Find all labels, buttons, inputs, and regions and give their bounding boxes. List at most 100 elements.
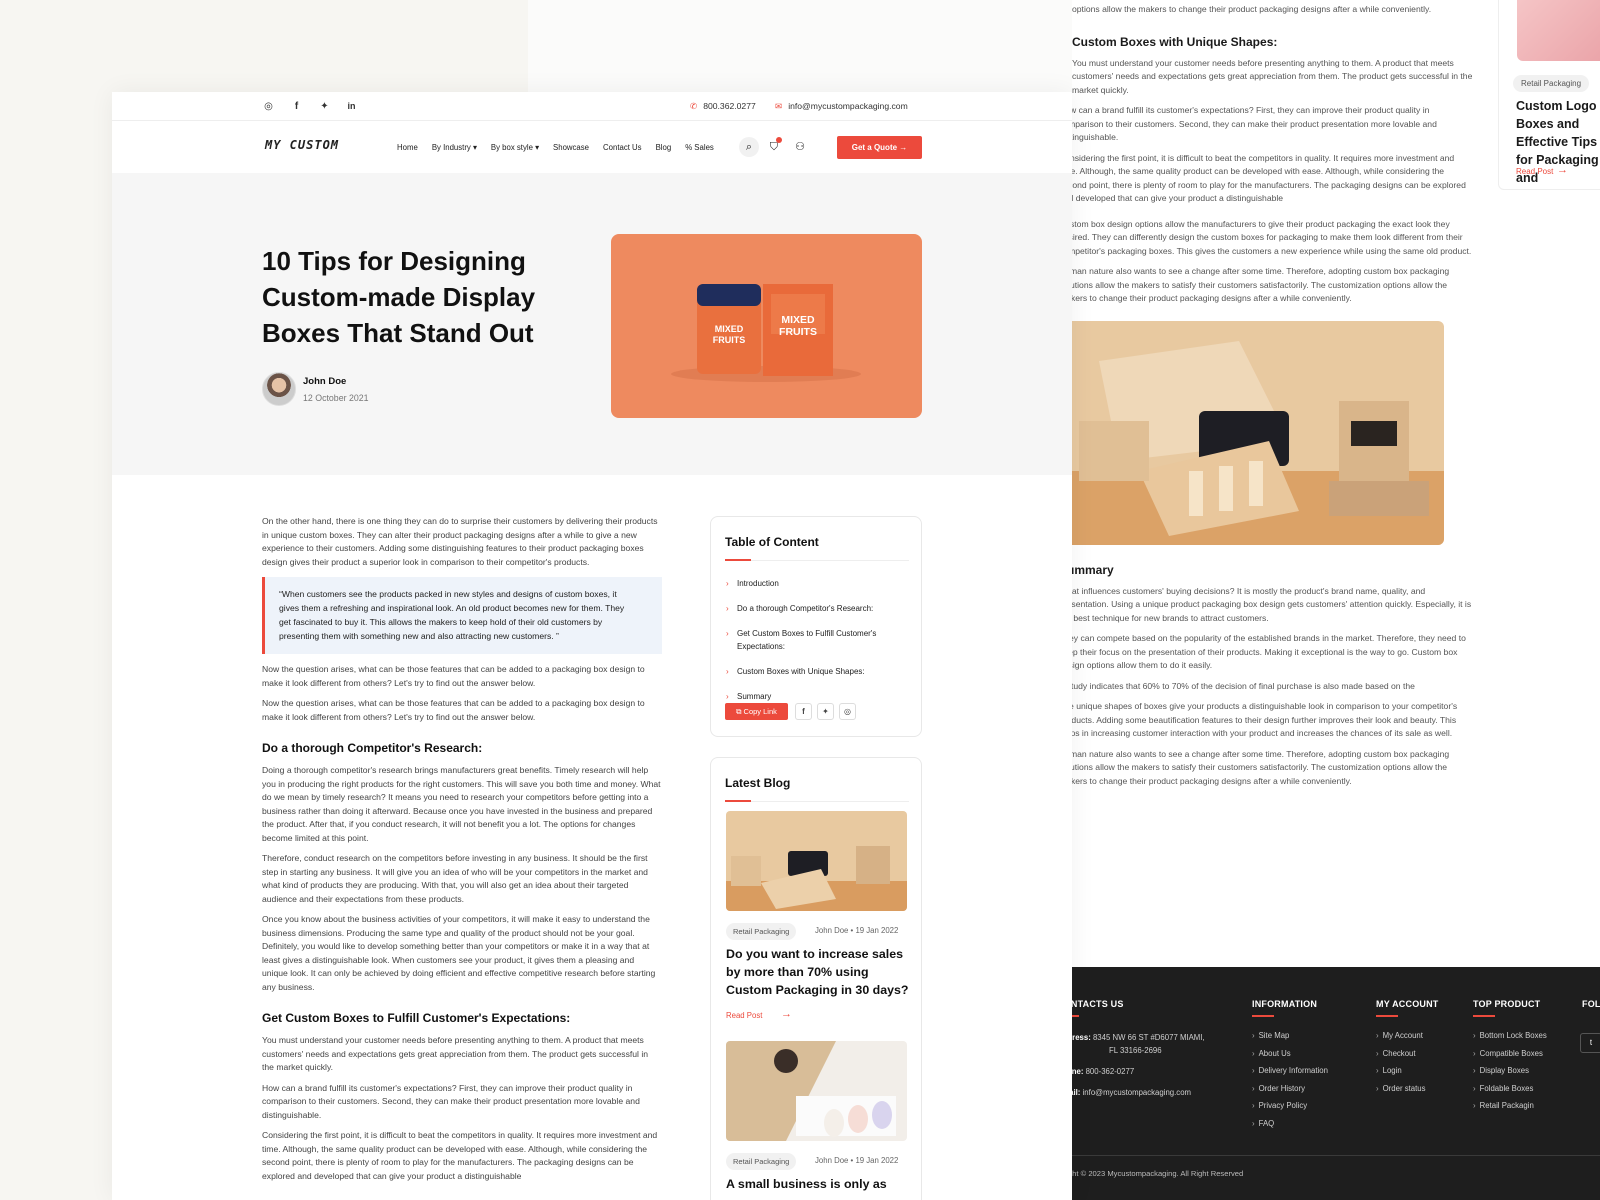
footer-heading: TOP PRODUCT	[1473, 999, 1541, 1009]
footer-link[interactable]: Site Map	[1252, 1031, 1328, 1040]
pull-quote: “When customers see the products packed …	[262, 577, 662, 654]
copy-link-button[interactable]: ⧉ Copy Link	[725, 703, 788, 720]
footer-contact: CONTACTS US Address: 8345 NW 66 ST #D607…	[1072, 999, 1205, 1107]
site-logo[interactable]: MY CUSTOM	[265, 138, 339, 152]
nav-item[interactable]: % Sales	[685, 143, 714, 152]
nav-item[interactable]: By Industry ▾	[432, 143, 477, 152]
footer-link[interactable]: Display Boxes	[1473, 1066, 1547, 1075]
related-post-card[interactable]: Retail Packaging Custom Logo Boxes and E…	[1498, 0, 1600, 190]
nav-item[interactable]: Home	[397, 143, 418, 152]
latest-blog: Latest Blog Retail Packaging John Doe • …	[710, 757, 922, 1200]
secondary-article-body: options allow the makers to change their…	[1072, 3, 1473, 795]
author-avatar	[262, 372, 296, 406]
packaging-thumbnail	[726, 811, 907, 911]
nav-item[interactable]: By box style ▾	[491, 143, 539, 152]
read-post-link[interactable]: Read Post	[1516, 167, 1553, 176]
arrow-right-icon[interactable]: →	[781, 1008, 792, 1020]
footer-divider	[1072, 1155, 1600, 1156]
email-label: Email:	[1072, 1088, 1081, 1097]
topbar-phone[interactable]: ✆ 800.362.0277	[690, 101, 756, 112]
box-label: MIXED FRUITS	[779, 314, 817, 338]
user-icon[interactable]: ⚇	[790, 137, 810, 157]
cart-badge	[776, 137, 782, 143]
paragraph: You must understand your customer needs …	[262, 1035, 649, 1072]
email-value[interactable]: info@mycustompackaging.com	[1083, 1088, 1191, 1097]
top-bar: ◎ f ✦ in ✆ 800.362.0277 ✉ info@mycustompac…	[112, 92, 1072, 121]
blog-thumbnail[interactable]	[726, 1041, 907, 1141]
packaging-thumbnail	[726, 1041, 907, 1141]
footer-follow: FOLLOW	[1582, 999, 1600, 1009]
phone-value[interactable]: 800-362-0277	[1086, 1067, 1135, 1076]
footer-information: INFORMATION Site Map About Us Delivery Inf…	[1252, 999, 1328, 1136]
author-name[interactable]: John Doe	[303, 376, 346, 387]
nav-item[interactable]: Blog	[656, 143, 672, 152]
paragraph: Now the question arises, what can be tho…	[262, 664, 645, 688]
phone-icon: ✆	[690, 101, 698, 111]
get-a-quote-button[interactable]: Get a Quote →	[837, 136, 922, 159]
nav-item[interactable]: Showcase	[553, 143, 589, 152]
linkedin-icon[interactable]: in	[346, 101, 357, 112]
footer-link[interactable]: My Account	[1376, 1031, 1439, 1040]
latest-blog-title: Latest Blog	[725, 776, 791, 790]
main-blog-page: ◎ f ✦ in ✆ 800.362.0277 ✉ info@mycustompac…	[112, 92, 1072, 1200]
site-footer: CONTACTS US Address: 8345 NW 66 ST #D607…	[1072, 967, 1600, 1200]
footer-link[interactable]: Privacy Policy	[1252, 1101, 1328, 1110]
mail-icon: ✉	[775, 101, 783, 111]
post-title[interactable]: Do you want to increase sales by more th…	[726, 945, 911, 999]
footer-link[interactable]: Order History	[1252, 1084, 1328, 1093]
read-post-link[interactable]: Read Post	[726, 1011, 762, 1020]
section-heading: Do a thorough Competitor's Research:	[262, 741, 483, 755]
publish-date: 12 October 2021	[303, 393, 369, 403]
instagram-icon[interactable]: ◎	[263, 101, 274, 112]
search-icon[interactable]: ⌕	[739, 137, 759, 157]
paragraph: Doing a thorough competitor's research b…	[262, 765, 661, 843]
footer-link[interactable]: Order status	[1376, 1084, 1439, 1093]
post-title[interactable]: A small business is only as	[726, 1175, 911, 1193]
blog-thumbnail[interactable]	[726, 811, 907, 911]
footer-link[interactable]: Retail Packagin	[1473, 1101, 1547, 1110]
copyright-text: Copyright © 2023 Mycustompackaging. All …	[1072, 1169, 1244, 1178]
topbar-email[interactable]: ✉ info@mycustompackaging.com	[775, 101, 908, 112]
nav-item[interactable]: Contact Us	[603, 143, 642, 152]
facebook-icon[interactable]: f	[291, 101, 302, 112]
toc-item[interactable]: Custom Boxes with Unique Shapes:	[725, 665, 905, 678]
footer-link[interactable]: Compatible Boxes	[1473, 1049, 1547, 1058]
section-heading: Summary	[1072, 562, 1114, 577]
toc-item[interactable]: Introduction	[725, 577, 905, 590]
section-heading: Custom Boxes with Unique Shapes:	[1072, 34, 1278, 49]
toc-item[interactable]: Summary	[725, 690, 905, 703]
footer-link[interactable]: Login	[1376, 1066, 1439, 1075]
twitter-icon[interactable]: t	[1580, 1033, 1600, 1053]
toc-item[interactable]: Get Custom Boxes to Fulfill Customer's E…	[725, 627, 905, 653]
instagram-share-icon[interactable]: ◎	[839, 703, 856, 720]
category-tag[interactable]: Retail Packaging	[726, 1153, 797, 1170]
address-value: 8345 NW 66 ST #D6077 MIAMI,	[1092, 1033, 1205, 1042]
category-tag[interactable]: Retail Packaging	[1513, 75, 1590, 92]
facebook-share-icon[interactable]: f	[795, 703, 812, 720]
cart-icon[interactable]: ⛉	[764, 137, 784, 157]
footer-link[interactable]: Foldable Boxes	[1473, 1084, 1547, 1093]
footer-phone: Phone: 800-362-0277	[1072, 1065, 1205, 1078]
footer-heading: INFORMATION	[1252, 999, 1318, 1009]
twitter-icon[interactable]: ✦	[319, 101, 330, 112]
footer-link[interactable]: FAQ	[1252, 1119, 1328, 1128]
phone-text: 800.362.0277	[703, 101, 756, 111]
table-of-content: Table of Content Introduction Do a thorou…	[710, 516, 922, 737]
footer-link[interactable]: Delivery Information	[1252, 1066, 1328, 1075]
footer-link[interactable]: Checkout	[1376, 1049, 1439, 1058]
arrow-right-icon[interactable]: →	[1557, 164, 1568, 176]
paragraph: Considering the first point, it is diffi…	[262, 1130, 658, 1181]
paragraph: Once you know about the business activit…	[262, 914, 656, 992]
toc-item[interactable]: Do a thorough Competitor's Research:	[725, 602, 905, 615]
twitter-share-icon[interactable]: ✦	[817, 703, 834, 720]
footer-link[interactable]: About Us	[1252, 1049, 1328, 1058]
address-value-2: FL 33166-2696	[1109, 1046, 1162, 1055]
footer-link[interactable]: Bottom Lock Boxes	[1473, 1031, 1547, 1040]
footer-address: Address: 8345 NW 66 ST #D6077 MIAMI, FL 3…	[1072, 1031, 1205, 1057]
post-meta: John Doe • 19 Jan 2022	[815, 1156, 899, 1165]
category-tag[interactable]: Retail Packaging	[726, 923, 797, 940]
footer-account-list: My Account Checkout Login Order status	[1376, 1031, 1439, 1093]
heading-underline	[725, 559, 909, 561]
nav-menu: Home By Industry ▾ By box style ▾ Showcase C…	[397, 143, 714, 152]
article-body: On the other hand, there is one thing th…	[262, 515, 662, 1190]
